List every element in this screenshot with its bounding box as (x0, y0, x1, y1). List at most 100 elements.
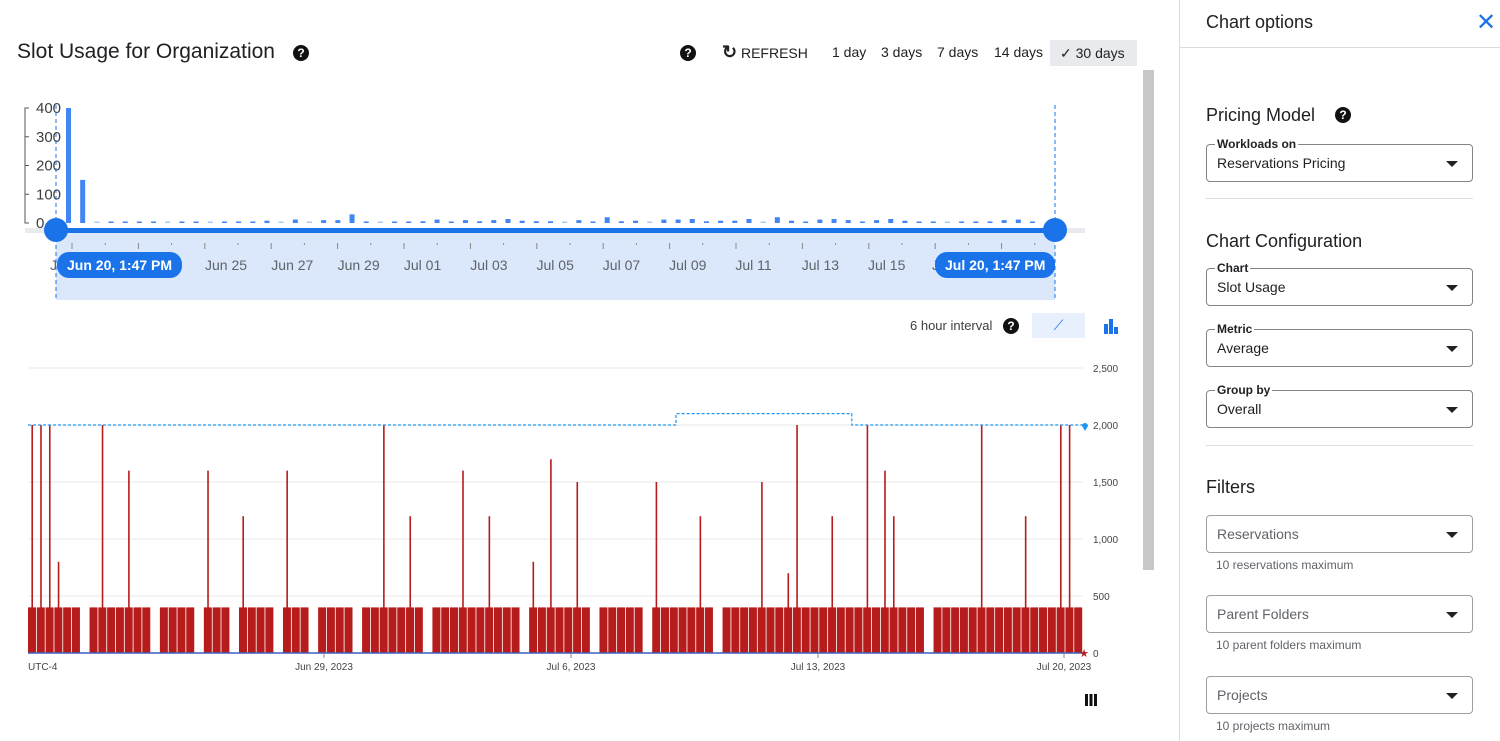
scrollbar[interactable] (1143, 70, 1154, 570)
projects-select[interactable]: Projects (1206, 676, 1473, 714)
navigator-bar (505, 218, 511, 223)
filters-heading: Filters (1206, 477, 1255, 497)
x-tick-label: Jul 6, 2023 (547, 662, 596, 673)
help-icon[interactable]: ? (293, 45, 309, 61)
usage-bar (845, 607, 854, 653)
usage-bar (388, 607, 397, 653)
range-start-handle[interactable] (44, 218, 68, 242)
usage-bar (107, 607, 116, 653)
help-icon[interactable]: ? (680, 45, 696, 61)
y-tick-label: 500 (1093, 592, 1110, 603)
y-tick-label: 1,500 (1093, 478, 1118, 489)
dropdown-arrow-icon (1446, 612, 1458, 618)
navigator-bar (703, 221, 709, 223)
reservations-select[interactable]: Reservations (1206, 515, 1473, 553)
usage-spike (892, 516, 895, 653)
usage-spike (1060, 425, 1062, 653)
navigator-bar (236, 221, 242, 223)
navigator-track[interactable] (56, 228, 1055, 233)
navigator-bar (604, 217, 610, 223)
usage-bar (634, 607, 643, 653)
usage-spike (831, 516, 834, 653)
usage-bar (617, 607, 626, 653)
usage-bar (678, 607, 687, 653)
navigator-bar (519, 220, 525, 223)
navigator-x-label: Jul 03 (470, 257, 508, 273)
navigator-bar (66, 108, 71, 223)
usage-bar (502, 607, 511, 653)
parent-folders-select[interactable]: Parent Folders (1206, 595, 1473, 633)
usage-bar (142, 607, 151, 653)
navigator-x-label: Jun 29 (338, 257, 380, 273)
usage-spike (980, 425, 983, 653)
usage-spike (57, 561, 60, 653)
navigator-bar (618, 221, 624, 223)
navigator-bar (179, 221, 185, 223)
usage-bar (370, 607, 379, 653)
navigator-bar (420, 221, 426, 223)
usage-bar (63, 607, 72, 653)
usage-bar (1074, 607, 1083, 653)
usage-spike (787, 573, 790, 653)
navigator-x-label: Jun 27 (271, 257, 313, 273)
range-end-handle[interactable] (1043, 218, 1067, 242)
help-icon[interactable]: ? (1003, 318, 1019, 334)
navigator-bar (817, 219, 823, 223)
navigator-x-label: Jun 25 (205, 257, 247, 273)
navigator-bar (292, 219, 298, 223)
usage-bar (291, 607, 300, 653)
usage-bar (247, 607, 256, 653)
navigator-bar (151, 221, 157, 223)
usage-spike (761, 482, 763, 653)
usage-spike (655, 482, 658, 653)
y-tick-label: 2,000 (1093, 421, 1118, 432)
usage-bar (326, 607, 335, 653)
navigator-bar (689, 218, 695, 223)
range-7-days[interactable]: 7 days (937, 44, 978, 60)
metric-select[interactable]: Metric Average (1206, 322, 1473, 367)
usage-spike (286, 470, 288, 653)
range-3-days[interactable]: 3 days (881, 44, 922, 60)
navigator-y-tick: 300 (36, 129, 61, 146)
navigator-x-label: Jul 07 (603, 257, 641, 273)
workloads-select[interactable]: Workloads on Reservations Pricing (1206, 137, 1473, 182)
star-icon: ★ (1079, 648, 1089, 660)
help-icon[interactable]: ? (1335, 107, 1351, 123)
refresh-button[interactable]: ↻ REFRESH (722, 42, 808, 63)
close-icon[interactable]: ✕ (1476, 8, 1496, 37)
usage-spike (1024, 516, 1027, 653)
navigator-x-label: Jul 05 (537, 257, 575, 273)
range-30-days[interactable]: ✓ 30 days (1050, 40, 1137, 66)
navigator-bar (1030, 221, 1035, 223)
usage-bar (872, 607, 880, 653)
line-chart-toggle[interactable]: ⟋ (1032, 313, 1085, 338)
chart-select[interactable]: Chart Slot Usage (1206, 261, 1473, 306)
y-tick-label: 1,000 (1093, 535, 1118, 546)
group-by-select[interactable]: Group by Overall (1206, 383, 1473, 428)
navigator-bar (1015, 219, 1021, 223)
navigator-bar (221, 221, 227, 223)
range-14-days[interactable]: 14 days (994, 44, 1043, 60)
navigator-bar (363, 221, 369, 223)
usage-bar (362, 607, 371, 653)
bar-chart-icon[interactable] (1103, 318, 1119, 334)
columns-icon[interactable] (1083, 692, 1099, 708)
chart-configuration-heading: Chart Configuration (1206, 231, 1363, 251)
x-tick-label: Jun 29, 2023 (295, 662, 353, 673)
usage-bar (801, 607, 810, 653)
usage-spike (884, 470, 886, 653)
usage-bar (915, 607, 924, 653)
panel-title: Chart options (1206, 12, 1314, 32)
dropdown-arrow-icon (1446, 161, 1458, 167)
usage-bar (836, 607, 845, 653)
navigator-bar (207, 221, 213, 223)
usage-bar (397, 607, 406, 653)
usage-bar (467, 607, 476, 653)
usage-bar (414, 607, 423, 653)
usage-bar (168, 607, 177, 653)
parent-folders-hint: 10 parent folders maximum (1216, 638, 1362, 652)
range-1-day[interactable]: 1 day (832, 44, 866, 60)
navigator-bar (462, 220, 468, 223)
reservations-hint: 10 reservations maximum (1216, 558, 1354, 572)
navigator-bar (902, 220, 908, 223)
